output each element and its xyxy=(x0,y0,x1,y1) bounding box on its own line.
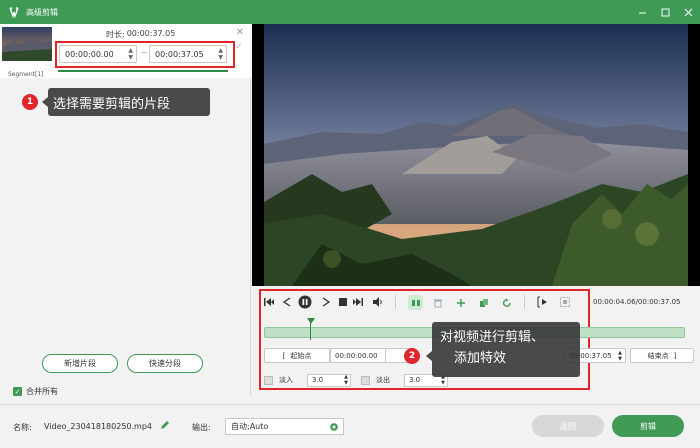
playback-timecode: 00:00:04.06/00:00:37.05 xyxy=(593,298,681,306)
quick-split-button[interactable]: 快速分段 xyxy=(127,354,203,373)
output-value: 自动;Auto xyxy=(231,422,269,431)
segment-end-value: 00:00:37.05 xyxy=(155,49,204,59)
segment-card[interactable]: 时长: 00:00:37.05 ✕ ✓ 00:00:00.00 ▲ ▼ ~ 00:… xyxy=(0,24,251,78)
merge-all-checkbox[interactable]: ✓ xyxy=(13,387,22,396)
segment-start-value: 00:00:00.00 xyxy=(65,49,114,59)
fade-out-checkbox[interactable] xyxy=(361,375,370,385)
trim-start-value: 00:00:00.00 xyxy=(335,351,378,360)
app-logo-icon xyxy=(7,5,21,19)
callout-2: 对视频进行剪辑、 添加特效 xyxy=(432,322,580,377)
output-label: 输出: xyxy=(192,423,211,432)
edit-name-icon[interactable] xyxy=(160,420,170,432)
callout-2-number: 2 xyxy=(404,348,420,364)
video-frame-image xyxy=(264,24,688,286)
cut-button[interactable]: 剪辑 xyxy=(612,415,684,437)
spinner-icon[interactable]: ▲▼ xyxy=(618,350,622,362)
window-title: 高级剪辑 xyxy=(26,7,58,17)
end-spinner-icon[interactable]: ▲ ▼ xyxy=(218,47,223,61)
callout-1-number: 1 xyxy=(22,94,38,110)
set-start-label: 起始点 xyxy=(290,351,312,360)
name-label: 名称: xyxy=(13,423,32,432)
time-separator: ~ xyxy=(141,48,148,57)
fade-in-checkbox[interactable] xyxy=(264,375,273,385)
set-end-button[interactable]: 结束点] xyxy=(630,348,694,363)
close-button[interactable] xyxy=(677,0,700,24)
duration-label: 时长: xyxy=(106,30,125,39)
set-end-label: 结束点 xyxy=(647,351,669,360)
segment-panel: 时长: 00:00:37.05 ✕ ✓ 00:00:00.00 ▲ ▼ ~ 00:… xyxy=(0,24,251,396)
trim-start-field[interactable]: 00:00:00.00 xyxy=(330,348,386,363)
fade-out-label: 淡出 xyxy=(376,376,390,384)
spinner-icon[interactable]: ▲▼ xyxy=(344,374,348,386)
segment-start-field[interactable]: 00:00:00.00 ▲ ▼ xyxy=(59,45,137,63)
fade-in-label: 淡入 xyxy=(279,376,293,384)
fade-row: 淡入 3.0 ▲ ▼ 淡出 3.0 ▲ ▼ xyxy=(264,373,448,387)
video-preview[interactable] xyxy=(252,24,700,286)
callout-1: 选择需要剪辑的片段 xyxy=(48,88,210,116)
merge-all-label: 合并所有 xyxy=(26,387,58,396)
segment-progress-bar xyxy=(58,70,228,72)
callout-2-line-1: 对视频进行剪辑、 xyxy=(440,330,545,345)
bottom-bar: 名称: Video_230418180250.mp4 输出: 自动;Auto 返… xyxy=(0,404,700,448)
segment-check-icon[interactable]: ✓ xyxy=(235,42,243,52)
merge-all-option[interactable]: ✓ 合并所有 xyxy=(13,386,58,397)
fade-in-value: 3.0 xyxy=(312,376,324,384)
callout-2-line-2: 添加特效 xyxy=(454,351,507,366)
set-start-button[interactable]: [起始点 xyxy=(264,348,330,363)
title-bar: 高级剪辑 xyxy=(0,0,700,24)
new-segment-button[interactable]: 新增片段 xyxy=(42,354,118,373)
settings-gear-icon[interactable] xyxy=(329,422,339,434)
output-select[interactable]: 自动;Auto xyxy=(225,418,344,435)
fade-in-field[interactable]: 3.0 ▲ ▼ xyxy=(307,373,351,387)
file-name: Video_230418180250.mp4 xyxy=(44,422,152,431)
segment-label: Segment[1] xyxy=(8,71,44,78)
playhead-marker-icon[interactable] xyxy=(307,318,315,324)
remove-segment-icon[interactable]: ✕ xyxy=(236,27,244,38)
minimize-button[interactable] xyxy=(631,0,654,24)
fade-out-value: 3.0 xyxy=(409,376,421,384)
player-controls: 00:00:04.06/00:00:37.05 [起始点 00:00:00.00… xyxy=(252,286,700,396)
back-button[interactable]: 返回 xyxy=(532,415,604,437)
callout-2-arrow xyxy=(426,351,432,361)
restore-button[interactable] xyxy=(654,0,677,24)
start-spinner-icon[interactable]: ▲ ▼ xyxy=(128,47,133,61)
segment-end-field[interactable]: 00:00:37.05 ▲ ▼ xyxy=(149,45,227,63)
segment-thumbnail xyxy=(2,27,52,61)
duration-value: 00:00:37.05 xyxy=(126,29,176,38)
